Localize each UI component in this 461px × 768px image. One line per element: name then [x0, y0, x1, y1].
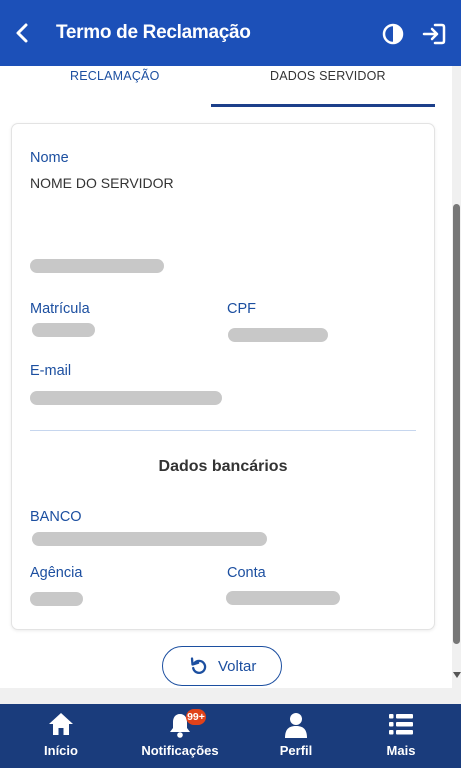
nav-item-perfil[interactable]: Perfil — [255, 704, 337, 768]
agencia-label: Agência — [30, 565, 83, 581]
servidor-card: Nome NOME DO SERVIDOR Matrícula CPF E-ma… — [11, 123, 435, 630]
nav-label-inicio: Início — [44, 743, 78, 758]
bottom-spacer — [0, 688, 452, 704]
menu-list-icon — [389, 714, 413, 735]
nome-label: Nome — [30, 150, 69, 166]
email-label: E-mail — [30, 363, 72, 379]
nav-label-perfil: Perfil — [279, 743, 313, 758]
user-icon — [285, 713, 307, 738]
nav-item-inicio[interactable]: Início — [20, 704, 102, 768]
contrast-icon[interactable] — [382, 23, 404, 45]
logout-icon[interactable] — [422, 23, 446, 45]
active-tab-indicator — [211, 104, 435, 107]
redacted-agencia — [30, 592, 83, 606]
redacted-email — [30, 391, 222, 405]
voltar-label: Voltar — [218, 658, 257, 675]
redacted-banco — [32, 532, 267, 546]
matricula-label: Matrícula — [30, 301, 90, 317]
tab-reclamacao[interactable]: RECLAMAÇÃO — [70, 69, 160, 83]
app-header: Termo de Reclamação — [0, 0, 461, 66]
notification-badge: 99+ — [186, 709, 206, 725]
nome-value: NOME DO SERVIDOR — [30, 175, 174, 191]
redacted-field — [30, 259, 164, 273]
voltar-button[interactable]: Voltar — [162, 646, 282, 686]
redacted-conta — [226, 591, 340, 605]
tab-bar: RECLAMAÇÃO DADOS SERVIDOR — [0, 66, 452, 108]
divider — [30, 430, 416, 431]
banco-label: BANCO — [30, 509, 82, 525]
cpf-label: CPF — [227, 301, 256, 317]
nav-label-notificacoes: Notificações — [141, 743, 219, 758]
scrollbar-thumb[interactable] — [453, 204, 460, 644]
undo-icon — [190, 657, 207, 674]
bottom-nav: Início Notificações Perfil Mais — [0, 704, 461, 768]
scroll-down-arrow-icon[interactable] — [453, 672, 461, 678]
back-arrow-icon[interactable] — [12, 22, 34, 44]
page-title: Termo de Reclamação — [56, 22, 251, 43]
nav-item-notificacoes[interactable]: Notificações — [135, 704, 225, 768]
nav-label-mais: Mais — [386, 743, 416, 758]
nav-item-mais[interactable]: Mais — [360, 704, 442, 768]
conta-label: Conta — [227, 565, 266, 581]
home-icon — [49, 713, 73, 735]
redacted-matricula — [32, 323, 95, 337]
dados-bancarios-title: Dados bancários — [158, 458, 288, 475]
tab-dados-servidor[interactable]: DADOS SERVIDOR — [270, 69, 386, 83]
content-area[interactable]: RECLAMAÇÃO DADOS SERVIDOR Nome NOME DO S… — [0, 66, 461, 704]
redacted-cpf — [228, 328, 328, 342]
